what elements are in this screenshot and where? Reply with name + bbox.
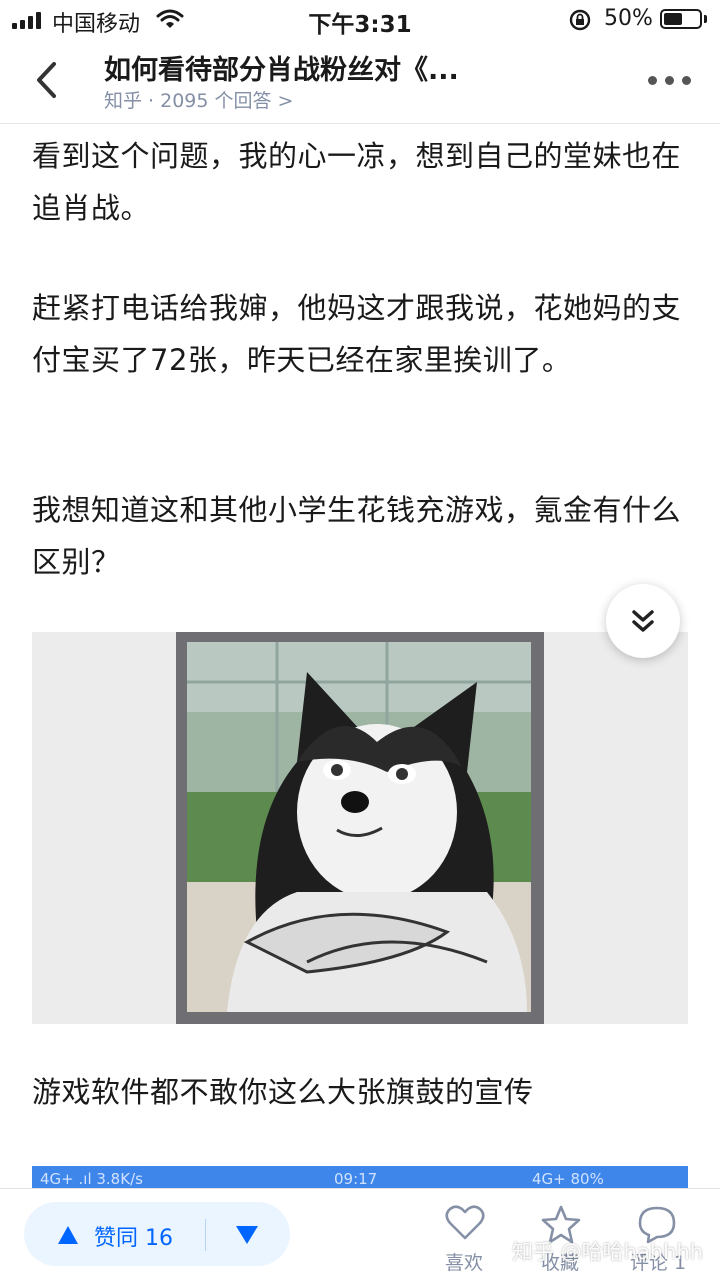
watermark: 知乎 @哈哈hahhhh xyxy=(512,1240,704,1264)
answer-paragraph: 游戏软件都不敢你这么大张旗鼓的宣传 xyxy=(32,1075,534,1109)
header-divider xyxy=(0,123,720,124)
double-chevron-down-icon xyxy=(632,610,654,632)
answer-count-link[interactable]: 知乎 · 2095 个回答 > xyxy=(104,86,293,113)
battery-icon xyxy=(660,9,702,29)
answer-paragraph: 赶紧打电话给我婶，他妈这才跟我说，花她妈的支付宝买了72张，昨天已经在家里挨训了… xyxy=(32,291,682,377)
upvote-button[interactable]: 赞同 16 xyxy=(94,1220,173,1252)
answer-paragraph: 我想知道这和其他小学生花钱充游戏，氪金有什么区别？ xyxy=(32,493,682,579)
upvote-icon[interactable] xyxy=(56,1224,80,1246)
embedded-screenshot[interactable]: 4G+ .ıl 3.8K/s 09:17 4G+ 80% xyxy=(32,1166,688,1190)
more-options-icon[interactable] xyxy=(648,76,692,86)
back-icon[interactable] xyxy=(30,58,70,102)
downvote-icon[interactable] xyxy=(234,1224,260,1246)
husky-meme-icon xyxy=(187,642,531,1012)
question-title[interactable]: 如何看待部分肖战粉丝对《... xyxy=(104,48,459,87)
answer-paragraph: 看到这个问题，我的心一凉，想到自己的堂妹也在追肖战。 xyxy=(32,139,682,225)
battery-percent: 50% xyxy=(604,6,653,31)
embedded-status-right: 4G+ 80% xyxy=(532,1170,604,1188)
heart-icon[interactable] xyxy=(444,1204,486,1242)
vote-divider xyxy=(205,1219,206,1251)
rotation-lock-icon xyxy=(569,9,591,31)
scroll-next-button[interactable] xyxy=(606,584,680,658)
embedded-status-left: 4G+ .ıl 3.8K/s xyxy=(40,1170,143,1188)
status-bar: 中国移动 下午3:31 50% xyxy=(0,0,720,40)
like-button[interactable]: 喜欢 xyxy=(445,1248,483,1275)
embedded-status-time: 09:17 xyxy=(334,1170,378,1188)
battery-tip xyxy=(704,15,707,23)
husky-meme-image[interactable] xyxy=(187,642,531,1012)
